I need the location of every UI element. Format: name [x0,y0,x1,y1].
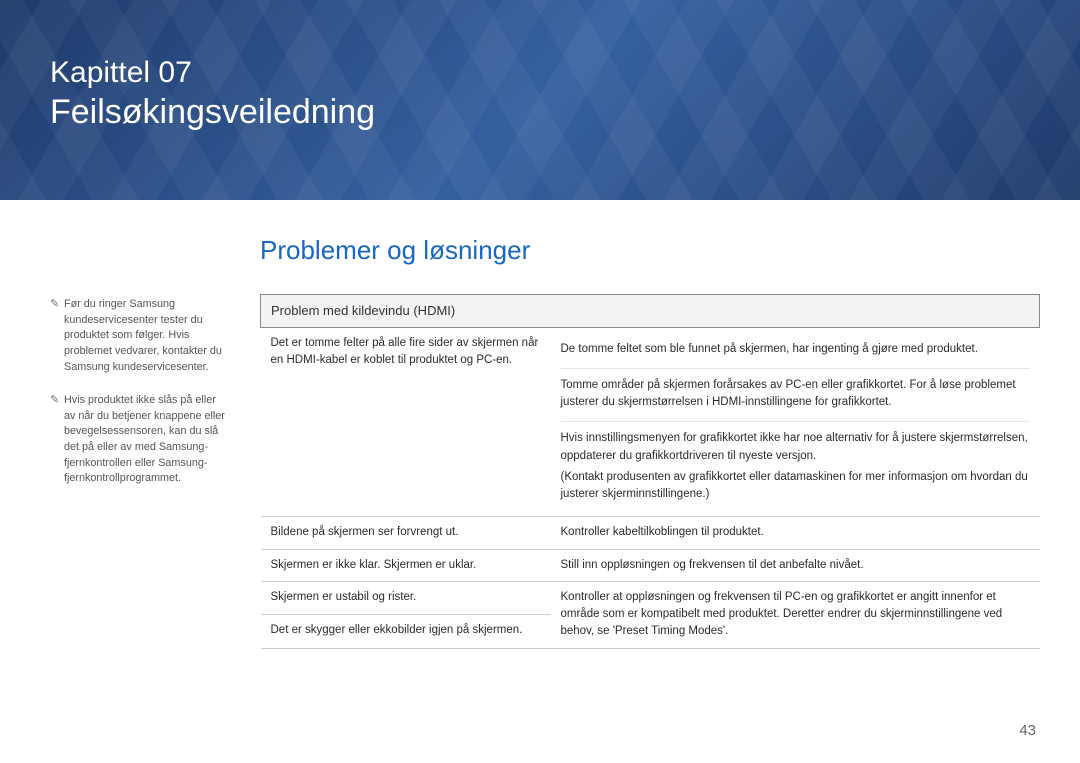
solution-cell: Still inn oppløsningen og frekvensen til… [551,549,1040,581]
troubleshoot-table: Problem med kildevindu (HDMI) Det er tom… [260,294,1040,649]
table-row: Skjermen er ikke klar. Skjermen er uklar… [261,549,1040,581]
solution-cell: De tomme feltet som ble funnet på skjerm… [551,327,1040,517]
chapter-title: Feilsøkingsveiledning [50,91,375,134]
table-row: Skjermen er ustabil og rister. Kontrolle… [261,581,1040,614]
note-item: Før du ringer Samsung kundeservicesenter… [50,297,230,375]
main-column: Problemer og løsninger Problem med kilde… [260,235,1040,649]
table-row: Bildene på skjermen ser forvrengt ut. Ko… [261,517,1040,549]
section-title: Problemer og løsninger [260,235,1040,266]
chapter-hero: Kapittel 07 Feilsøkingsveiledning [0,0,1080,200]
side-notes: Før du ringer Samsung kundeservicesenter… [50,235,230,649]
solution-block: Hvis innstillingsmenyen for grafikkortet… [561,421,1030,509]
note-item: Hvis produktet ikke slås på eller av når… [50,393,230,487]
problem-cell: Bildene på skjermen ser forvrengt ut. [261,517,551,549]
problem-cell: Det er skygger eller ekkobilder igjen på… [261,615,551,648]
problem-cell: Skjermen er ikke klar. Skjermen er uklar… [261,549,551,581]
page-number: 43 [1019,722,1036,739]
hero-text: Kapittel 07 Feilsøkingsveiledning [50,55,375,134]
solution-text: Tomme områder på skjermen forårsakes av … [561,368,1030,418]
solution-cell: Kontroller kabeltilkoblingen til produkt… [551,517,1040,549]
solution-text: (Kontakt produsenten av grafikkortet ell… [561,469,1030,504]
table-header: Problem med kildevindu (HDMI) [261,295,1040,328]
problem-cell: Det er tomme felter på alle fire sider a… [261,327,551,517]
solution-cell: Kontroller at oppløsningen og frekvensen… [551,581,1040,648]
solution-text: De tomme feltet som ble funnet på skjerm… [561,335,1030,364]
content-area: Før du ringer Samsung kundeservicesenter… [0,200,1080,649]
chapter-label: Kapittel 07 [50,55,375,91]
problem-cell: Skjermen er ustabil og rister. [261,581,551,614]
solution-text: Hvis innstillingsmenyen for grafikkortet… [561,430,1030,465]
table-row: Det er tomme felter på alle fire sider a… [261,327,1040,517]
